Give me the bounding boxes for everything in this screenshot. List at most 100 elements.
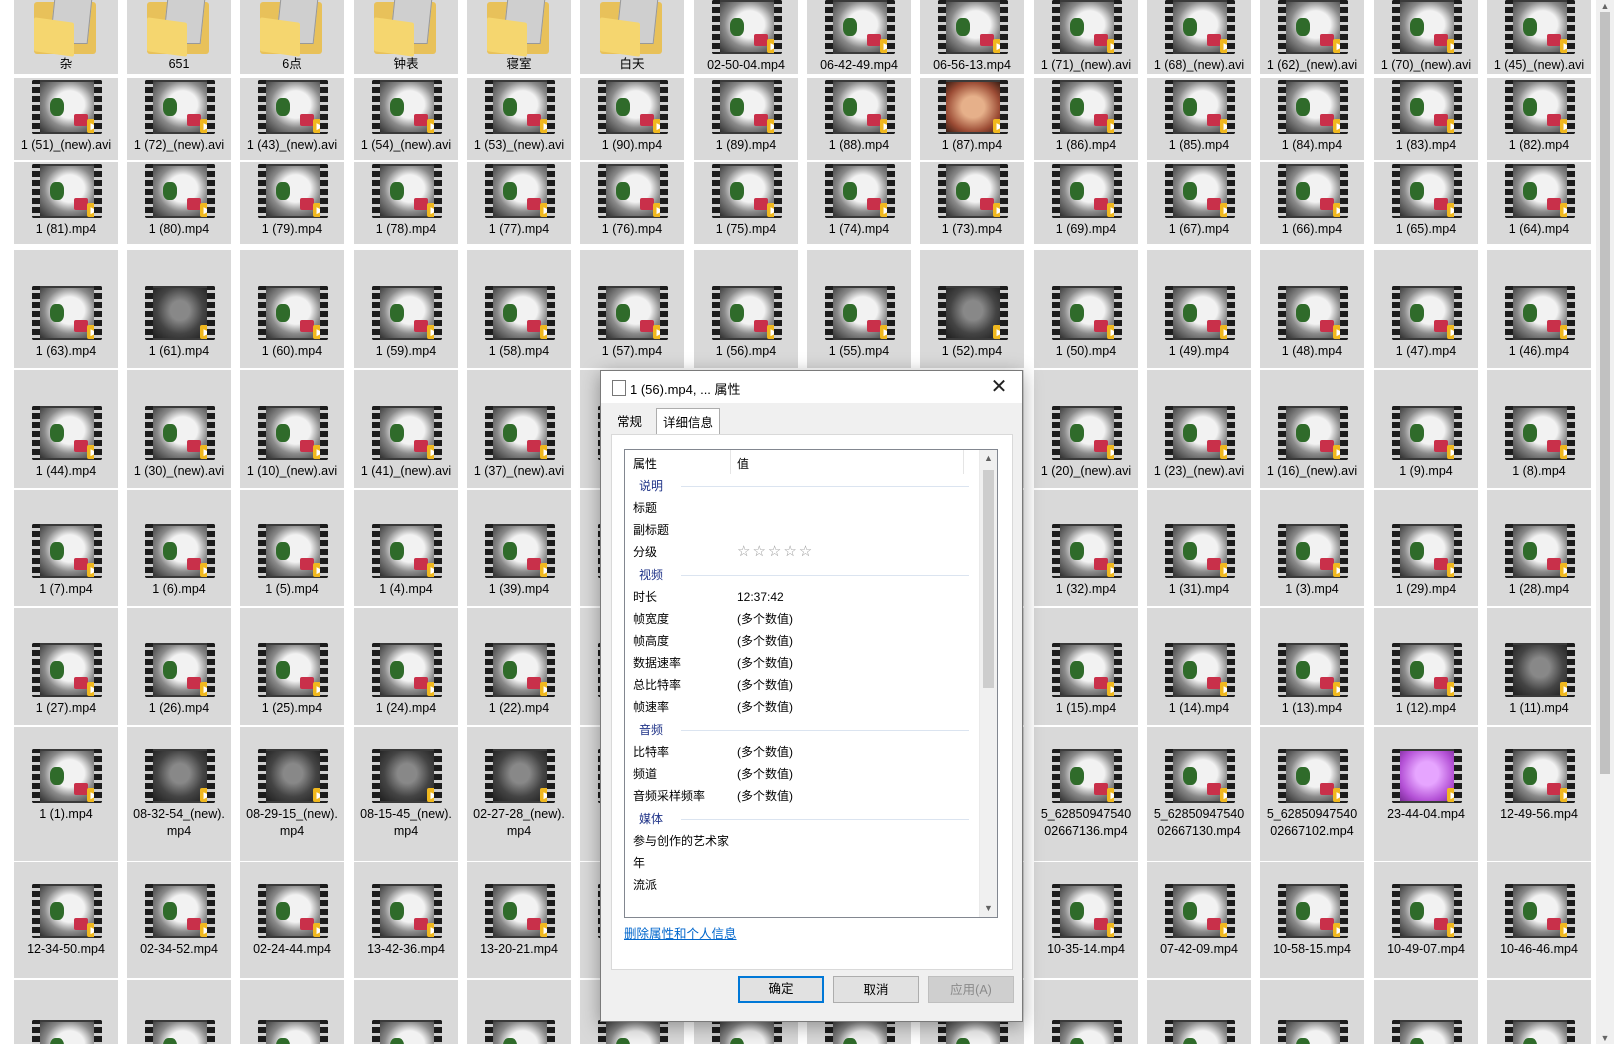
file-item[interactable]: ▶ 1 (53)_(new).avi	[467, 78, 571, 160]
file-item[interactable]: ▶ 1 (26).mp4	[127, 608, 231, 725]
file-item[interactable]: ▶ 1 (39).mp4	[467, 490, 571, 606]
folder-item[interactable]: 杂	[14, 0, 118, 74]
tab-details[interactable]: 详细信息	[656, 408, 721, 435]
file-item[interactable]: ▶ 1 (77).mp4	[467, 162, 571, 244]
dialog-titlebar[interactable]: 1 (56).mp4, ... 属性 ✕	[601, 371, 1022, 403]
file-item[interactable]: ▶ 1 (73).mp4	[920, 162, 1024, 244]
file-item[interactable]: ▶ 1 (57).mp4	[580, 250, 684, 368]
rating-stars-icon[interactable]: ☆☆☆☆☆	[737, 541, 814, 563]
column-header-value[interactable]: 值	[737, 455, 749, 472]
file-item[interactable]: ▶ 1 (1).mp4	[14, 727, 118, 861]
file-item[interactable]: ▶ 1 (22).mp4	[467, 608, 571, 725]
file-item[interactable]: ▶ 1 (59).mp4	[354, 250, 458, 368]
property-row[interactable]: 参与创作的艺术家	[625, 830, 979, 852]
property-row[interactable]: 帧高度 (多个数值)	[625, 630, 979, 652]
file-item[interactable]: ▶ 1 (6).mp4	[127, 490, 231, 606]
tab-general[interactable]: 常规	[611, 410, 648, 434]
file-item[interactable]: ▶ 1 (43)_(new).avi	[240, 78, 344, 160]
file-item[interactable]: ▶ 1 (27).mp4	[14, 608, 118, 725]
property-row[interactable]: 帧宽度 (多个数值)	[625, 608, 979, 630]
file-item[interactable]: ▶ 23-44-04.mp4	[1374, 727, 1478, 861]
file-item[interactable]: ▶ 1 (61).mp4	[127, 250, 231, 368]
property-row[interactable]: 频道 (多个数值)	[625, 763, 979, 785]
file-item[interactable]: ▶	[240, 980, 344, 1044]
file-item[interactable]: ▶	[14, 980, 118, 1044]
scroll-up-arrow-icon[interactable]: ▲	[1596, 0, 1614, 12]
folder-item[interactable]: 6点	[240, 0, 344, 74]
file-item[interactable]: ▶ 1 (8).mp4	[1487, 370, 1591, 488]
file-item[interactable]: ▶ 10-49-07.mp4	[1374, 862, 1478, 978]
file-item[interactable]: ▶ 5_62850947540 02667136.mp4	[1034, 727, 1138, 861]
file-item[interactable]: ▶ 1 (74).mp4	[807, 162, 911, 244]
file-item[interactable]: ▶ 1 (62)_(new).avi	[1260, 0, 1364, 74]
scroll-down-arrow-icon[interactable]: ▼	[1596, 1032, 1614, 1044]
file-item[interactable]: ▶ 1 (56).mp4	[694, 250, 798, 368]
file-item[interactable]: ▶ 1 (81).mp4	[14, 162, 118, 244]
property-group-header[interactable]: 视频	[625, 564, 979, 586]
file-item[interactable]: ▶ 1 (84).mp4	[1260, 78, 1364, 160]
property-row[interactable]: 总比特率 (多个数值)	[625, 674, 979, 696]
file-item[interactable]: ▶ 1 (9).mp4	[1374, 370, 1478, 488]
file-item[interactable]: ▶ 12-49-56.mp4	[1487, 727, 1591, 861]
file-item[interactable]: ▶ 1 (41)_(new).avi	[354, 370, 458, 488]
folder-item[interactable]: 白天	[580, 0, 684, 74]
property-row[interactable]: 数据速率 (多个数值)	[625, 652, 979, 674]
file-item[interactable]: ▶ 1 (15).mp4	[1034, 608, 1138, 725]
file-item[interactable]: ▶ 1 (47).mp4	[1374, 250, 1478, 368]
remove-properties-link[interactable]: 删除属性和个人信息	[624, 923, 737, 942]
file-item[interactable]: ▶ 1 (67).mp4	[1147, 162, 1251, 244]
file-item[interactable]: ▶ 07-42-09.mp4	[1147, 862, 1251, 978]
scroll-down-icon[interactable]: ▼	[980, 900, 997, 917]
file-item[interactable]: ▶ 1 (80).mp4	[127, 162, 231, 244]
file-item[interactable]: ▶ 1 (86).mp4	[1034, 78, 1138, 160]
file-item[interactable]: ▶ 1 (11).mp4	[1487, 608, 1591, 725]
file-item[interactable]: ▶	[354, 980, 458, 1044]
file-item[interactable]: ▶ 1 (87).mp4	[920, 78, 1024, 160]
file-item[interactable]: ▶ 5_62850947540 02667102.mp4	[1260, 727, 1364, 861]
file-item[interactable]: ▶ 1 (89).mp4	[694, 78, 798, 160]
cancel-button[interactable]: 取消	[833, 976, 919, 1003]
file-item[interactable]: ▶ 13-42-36.mp4	[354, 862, 458, 978]
property-row[interactable]: 时长 12:37:42	[625, 586, 979, 608]
file-item[interactable]: ▶ 13-20-21.mp4	[467, 862, 571, 978]
file-item[interactable]: ▶ 02-27-28_(new). mp4	[467, 727, 571, 861]
file-item[interactable]: ▶ 1 (51)_(new).avi	[14, 78, 118, 160]
scroll-up-icon[interactable]: ▲	[980, 450, 997, 467]
close-icon[interactable]: ✕	[976, 371, 1022, 403]
file-item[interactable]: ▶ 1 (5).mp4	[240, 490, 344, 606]
file-item[interactable]: ▶	[1487, 980, 1591, 1044]
file-item[interactable]: ▶ 1 (60).mp4	[240, 250, 344, 368]
file-item[interactable]: ▶ 08-32-54_(new). mp4	[127, 727, 231, 861]
file-item[interactable]: ▶ 1 (88).mp4	[807, 78, 911, 160]
file-item[interactable]: ▶ 1 (48).mp4	[1260, 250, 1364, 368]
property-group-header[interactable]: 说明	[625, 475, 979, 497]
file-item[interactable]: ▶ 1 (58).mp4	[467, 250, 571, 368]
file-item[interactable]: ▶ 10-46-46.mp4	[1487, 862, 1591, 978]
file-item[interactable]: ▶ 1 (45)_(new).avi	[1487, 0, 1591, 74]
file-item[interactable]: ▶ 1 (7).mp4	[14, 490, 118, 606]
file-item[interactable]: ▶ 1 (54)_(new).avi	[354, 78, 458, 160]
file-item[interactable]: ▶ 1 (82).mp4	[1487, 78, 1591, 160]
file-item[interactable]: ▶ 1 (85).mp4	[1147, 78, 1251, 160]
file-item[interactable]: ▶ 1 (20)_(new).avi	[1034, 370, 1138, 488]
file-item[interactable]: ▶ 5_62850947540 02667130.mp4	[1147, 727, 1251, 861]
property-list-scroll-thumb[interactable]	[983, 470, 994, 688]
file-item[interactable]: ▶ 1 (12).mp4	[1374, 608, 1478, 725]
column-divider[interactable]	[963, 450, 964, 474]
file-item[interactable]: ▶ 1 (64).mp4	[1487, 162, 1591, 244]
file-item[interactable]: ▶ 1 (24).mp4	[354, 608, 458, 725]
property-list[interactable]: 属性 值 ▲ ▼ 说明 标题 副标题 分级 ☆☆☆☆☆ 视频 时长 12:37:42 帧宽度 (多…	[624, 449, 998, 918]
file-item[interactable]: ▶ 1 (3).mp4	[1260, 490, 1364, 606]
file-item[interactable]: ▶ 1 (68)_(new).avi	[1147, 0, 1251, 74]
folder-item[interactable]: 寝室	[467, 0, 571, 74]
file-item[interactable]: ▶ 1 (16)_(new).avi	[1260, 370, 1364, 488]
file-item[interactable]: ▶ 1 (10)_(new).avi	[240, 370, 344, 488]
file-item[interactable]: ▶ 1 (25).mp4	[240, 608, 344, 725]
folder-item[interactable]: 钟表	[354, 0, 458, 74]
file-item[interactable]: ▶ 1 (75).mp4	[694, 162, 798, 244]
file-item[interactable]: ▶ 1 (52).mp4	[920, 250, 1024, 368]
file-item[interactable]: ▶ 1 (32).mp4	[1034, 490, 1138, 606]
file-item[interactable]: ▶ 06-56-13.mp4	[920, 0, 1024, 74]
file-item[interactable]: ▶ 1 (28).mp4	[1487, 490, 1591, 606]
file-item[interactable]: ▶ 1 (29).mp4	[1374, 490, 1478, 606]
